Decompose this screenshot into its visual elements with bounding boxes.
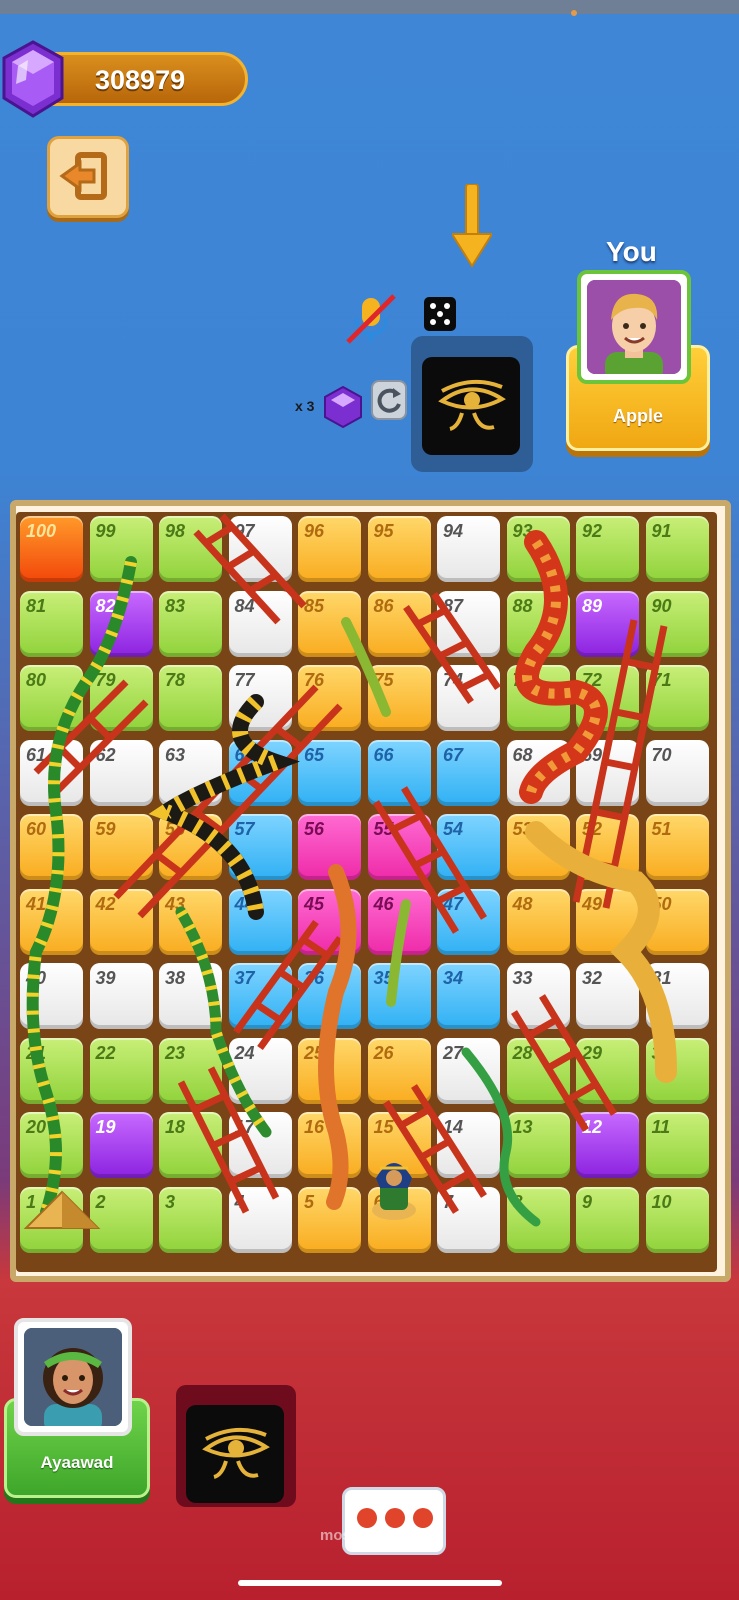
girl-avatar-image (24, 1328, 122, 1426)
mic-muted-icon[interactable] (346, 292, 398, 348)
roll-dice-button-apple[interactable] (422, 357, 520, 455)
pyramid-token (23, 1190, 101, 1229)
gem-icon (2, 40, 64, 118)
snakes-and-ladders-overlay (23, 513, 677, 1229)
eye-of-horus-icon (202, 1427, 270, 1479)
snake-orange (318, 864, 357, 1210)
reroll-button[interactable] (371, 380, 407, 420)
snake-green-thin (461, 1047, 541, 1227)
chat-bubble-icon (357, 1508, 377, 1528)
status-dot (571, 10, 577, 16)
ladder (373, 786, 487, 934)
snake-green-long (26, 556, 137, 1218)
player-name-ayaawad: Ayaawad (40, 1453, 114, 1472)
exit-button[interactable] (47, 136, 129, 218)
avatar[interactable] (14, 1318, 132, 1436)
reroll-multiplier: x 3 (295, 398, 315, 414)
ladder (113, 684, 343, 919)
down-arrow-icon (452, 184, 492, 268)
roll-dice-button-ayaawad[interactable] (186, 1405, 284, 1503)
snake-green-small (386, 899, 411, 1007)
home-indicator[interactable] (238, 1580, 502, 1586)
avatar[interactable] (577, 270, 691, 384)
gem-count: 308979 (95, 65, 186, 95)
you-label: You (606, 236, 657, 267)
player-name-apple: Apple (612, 406, 663, 426)
exit-door-icon (59, 152, 107, 200)
chat-dot (385, 1508, 405, 1528)
ladder (177, 1066, 280, 1214)
ladder (193, 513, 307, 625)
dice-icon (424, 297, 456, 331)
snake-green-small (341, 617, 391, 717)
snake-yellow (525, 821, 677, 1083)
eye-of-horus-icon (438, 379, 506, 431)
gem-icon (324, 385, 362, 429)
refresh-icon (377, 388, 401, 413)
status-bar (0, 0, 739, 14)
pharaoh-token (372, 1163, 416, 1220)
chat-button[interactable] (342, 1487, 446, 1555)
watermark: mostaql.com (320, 1527, 413, 1544)
ladder (403, 592, 501, 704)
chat-dot (413, 1508, 433, 1528)
boy-avatar-image (587, 280, 681, 374)
ladder (511, 994, 617, 1132)
